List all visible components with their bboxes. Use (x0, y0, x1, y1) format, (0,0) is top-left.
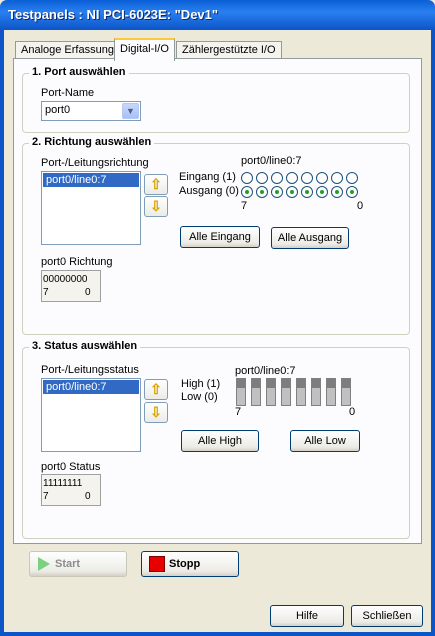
stop-button[interactable]: Stopp (141, 551, 239, 577)
input-radio[interactable] (316, 172, 328, 184)
direction-listbox[interactable]: port0/line0:7 (41, 171, 141, 245)
tab-zaehlergestuetzte-io[interactable]: Zählergestützte I/O (176, 41, 282, 59)
direction-group-title: 2. Richtung auswählen (29, 136, 155, 148)
line-status-switch[interactable] (236, 378, 246, 406)
port-name-select[interactable]: port0 ▼ (41, 101, 141, 121)
port-name-label: Port-Name (41, 87, 95, 99)
output-radio[interactable] (241, 186, 253, 198)
port-name-value: port0 (45, 104, 71, 116)
input-radio[interactable] (346, 172, 358, 184)
list-item[interactable]: port0/line0:7 (43, 173, 139, 187)
status-lines-label: port0/line0:7 (235, 365, 296, 377)
direction-lines-label: port0/line0:7 (241, 155, 302, 167)
line-status-switch[interactable] (296, 378, 306, 406)
line-status-switch[interactable] (341, 378, 351, 406)
list-item[interactable]: port0/line0:7 (43, 380, 139, 394)
arrow-up-icon: ⇧ (150, 381, 162, 397)
direction-list-label: Port-/Leitungsrichtung (41, 157, 149, 169)
status-listbox[interactable]: port0/line0:7 (41, 378, 141, 452)
tab-analoge-erfassung[interactable]: Analoge Erfassung (15, 41, 120, 59)
direction-value: 00000000 (43, 274, 88, 285)
all-high-button[interactable]: Alle High (181, 430, 259, 452)
low-label: Low (0) (181, 391, 218, 403)
status-group: 3. Status auswählen Port-/Leitungsstatus… (22, 340, 410, 539)
input-radio[interactable] (256, 172, 268, 184)
high-label: High (1) (181, 378, 221, 390)
input-radio[interactable] (286, 172, 298, 184)
arrow-down-icon: ⇩ (150, 404, 162, 420)
status-value: 11111111 (43, 478, 83, 489)
arrow-up-icon: ⇧ (150, 176, 162, 192)
move-up-button[interactable]: ⇧ (144, 174, 168, 195)
window-frame-bottom (0, 632, 435, 636)
window-frame-left (0, 30, 4, 636)
output-radio[interactable] (271, 186, 283, 198)
input-label: Eingang (1) (179, 171, 236, 183)
line-status-switch[interactable] (281, 378, 291, 406)
stop-icon (149, 556, 165, 572)
move-down-button[interactable]: ⇩ (144, 196, 168, 217)
output-radio[interactable] (316, 186, 328, 198)
title-bar: Testpanels : NI PCI-6023E: "Dev1" (0, 0, 435, 30)
play-icon (38, 557, 50, 571)
arrow-down-icon: ⇩ (150, 198, 162, 214)
line-status-switch[interactable] (311, 378, 321, 406)
digital-io-panel: 1. Port auswählen Port-Name port0 ▼ 2. R… (13, 58, 422, 577)
input-radio[interactable] (241, 172, 253, 184)
direction-value-high: 7 (43, 287, 49, 298)
start-button[interactable]: Start (29, 551, 127, 577)
direction-group: 2. Richtung auswählen Port-/Leitungsrich… (22, 136, 410, 335)
input-radio[interactable] (331, 172, 343, 184)
direction-low-index: 0 (357, 200, 364, 212)
window-frame-right (431, 30, 435, 636)
status-value-low: 0 (85, 491, 91, 502)
output-radio[interactable] (301, 186, 313, 198)
line-status-switch[interactable] (326, 378, 336, 406)
direction-value-low: 0 (85, 287, 91, 298)
output-radio[interactable] (331, 186, 343, 198)
output-radio[interactable] (346, 186, 358, 198)
all-low-button[interactable]: Alle Low (290, 430, 360, 452)
direction-high-index: 7 (241, 200, 248, 212)
status-value-high: 7 (43, 491, 49, 502)
status-value-label: port0 Status (41, 461, 101, 473)
line-status-switch[interactable] (266, 378, 276, 406)
all-output-button[interactable]: Alle Ausgang (271, 227, 349, 249)
output-radio[interactable] (286, 186, 298, 198)
input-radio[interactable] (271, 172, 283, 184)
start-label: Start (55, 558, 81, 570)
direction-value-box: 00000000 7 0 (41, 270, 101, 302)
status-list-label: Port-/Leitungsstatus (41, 364, 139, 376)
status-low-index: 0 (349, 406, 356, 418)
port-group: 1. Port auswählen Port-Name port0 ▼ (22, 66, 410, 133)
output-radio[interactable] (256, 186, 268, 198)
help-button[interactable]: Hilfe (270, 605, 344, 627)
status-value-box: 11111111 7 0 (41, 474, 101, 506)
port-group-title: 1. Port auswählen (29, 66, 129, 78)
line-status-switch[interactable] (251, 378, 261, 406)
move-up-button[interactable]: ⇧ (144, 379, 168, 400)
stop-label: Stopp (169, 558, 201, 570)
status-group-title: 3. Status auswählen (29, 340, 141, 352)
direction-value-label: port0 Richtung (41, 256, 113, 268)
move-down-button[interactable]: ⇩ (144, 402, 168, 423)
tab-digital-io[interactable]: Digital-I/O (114, 38, 175, 61)
chevron-down-icon[interactable]: ▼ (122, 103, 139, 119)
input-radio[interactable] (301, 172, 313, 184)
status-high-index: 7 (235, 406, 242, 418)
close-button[interactable]: Schließen (351, 605, 423, 627)
window-title: Testpanels : NI PCI-6023E: "Dev1" (8, 7, 219, 22)
all-input-button[interactable]: Alle Eingang (180, 226, 260, 248)
output-label: Ausgang (0) (179, 185, 239, 197)
